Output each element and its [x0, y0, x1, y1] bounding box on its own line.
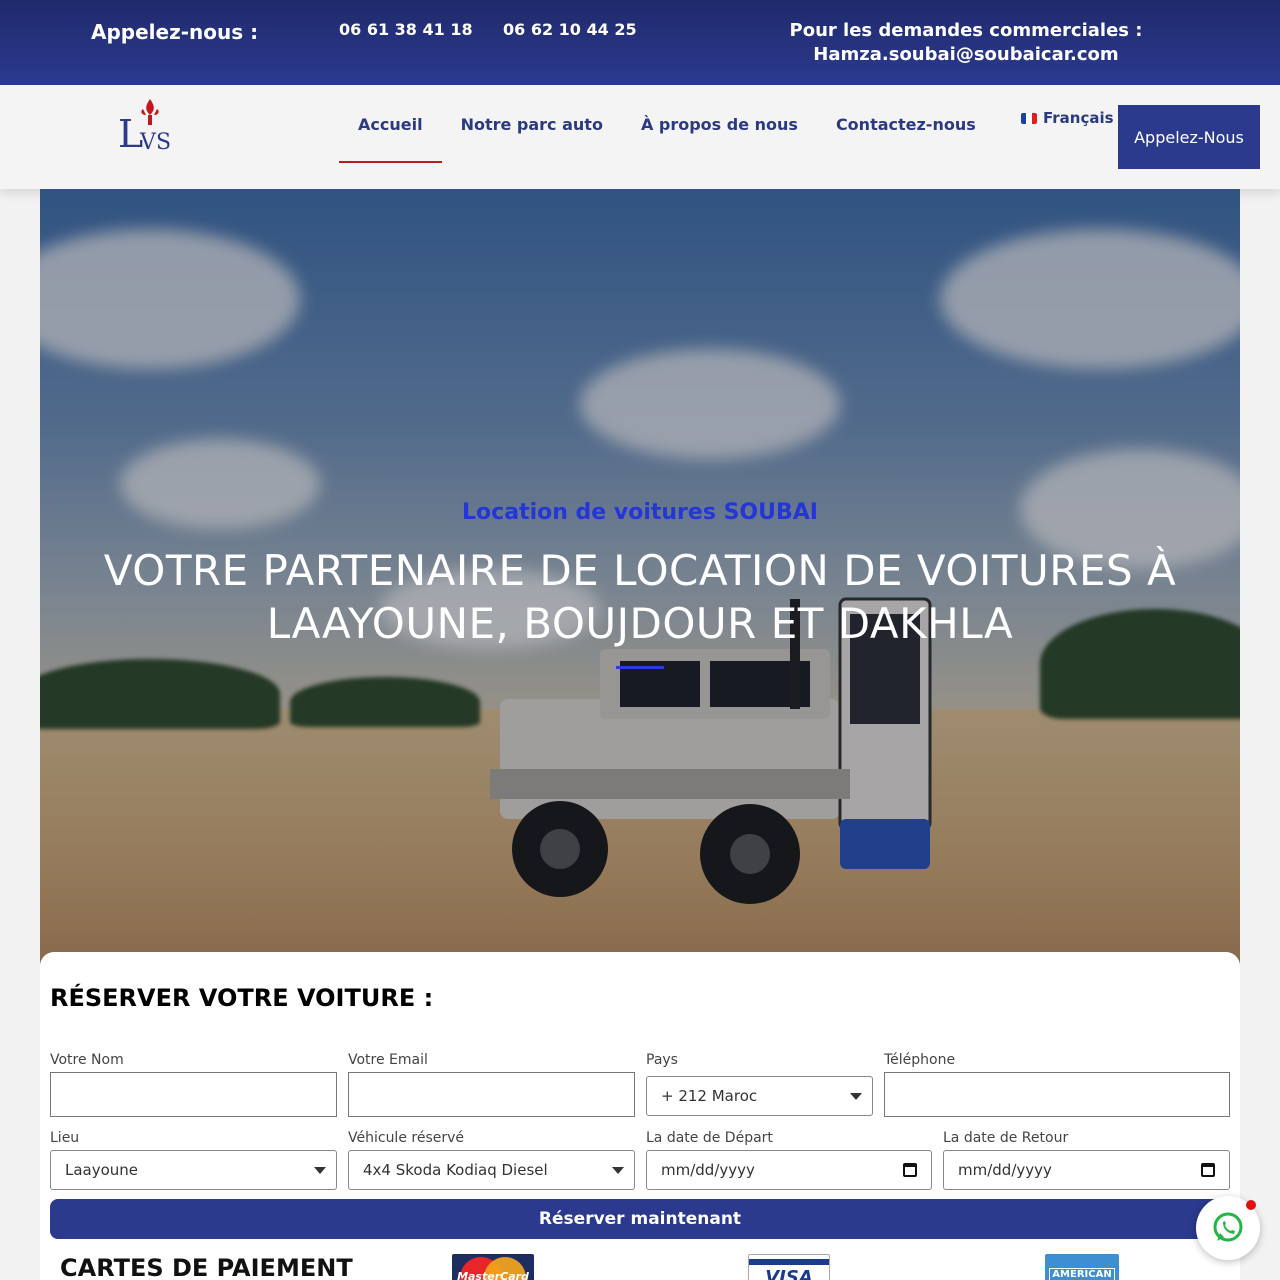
site-logo[interactable]: L V S — [116, 97, 178, 156]
call-us-label: Appelez-nous : — [91, 20, 259, 44]
email-input[interactable] — [348, 1072, 635, 1117]
hero-banner: Location de voitures SOUBAI VOTRE PARTEN… — [40, 189, 1240, 979]
visa-logo: VISA — [748, 1254, 830, 1280]
hero-title: VOTRE PARTENAIRE DE LOCATION DE VOITURES… — [103, 546, 1177, 648]
country-select[interactable]: + 212 Maroc — [646, 1076, 873, 1116]
chevron-down-icon — [850, 1093, 862, 1100]
return-field-group: La date de Retour mm/dd/yyyy — [943, 1130, 1230, 1190]
phone-field-group: Téléphone — [884, 1052, 1230, 1117]
country-value: + 212 Maroc — [661, 1087, 758, 1105]
mastercard-logo: MasterCard — [452, 1254, 534, 1280]
departure-date-input[interactable]: mm/dd/yyyy — [646, 1150, 932, 1190]
call-us-button[interactable]: Appelez-Nous — [1118, 105, 1260, 169]
main-nav: Accueil Notre parc auto À propos de nous… — [339, 85, 995, 163]
hero-divider — [616, 666, 664, 669]
france-flag-icon — [1021, 112, 1037, 124]
vehicle-label: Véhicule réservé — [348, 1130, 465, 1146]
commercial-label: Pour les demandes commerciales : — [789, 20, 1143, 41]
chevron-down-icon — [612, 1167, 624, 1174]
booking-heading: RÉSERVER VOTRE VOITURE : — [50, 984, 434, 1012]
name-input[interactable] — [50, 1072, 337, 1117]
calendar-icon[interactable] — [903, 1163, 917, 1177]
commercial-email[interactable]: Hamza.soubai@soubaicar.com — [760, 43, 1172, 67]
return-date-input[interactable]: mm/dd/yyyy — [943, 1150, 1230, 1190]
departure-label: La date de Départ — [646, 1130, 773, 1146]
phone-number-1[interactable]: 06 61 38 41 18 — [339, 20, 473, 39]
visa-text: VISA — [765, 1267, 813, 1280]
calendar-icon[interactable] — [1201, 1163, 1215, 1177]
phone-input[interactable] — [884, 1072, 1230, 1117]
phone-number-2[interactable]: 06 62 10 44 25 — [503, 20, 637, 39]
top-contact-bar: Appelez-nous : 06 61 38 41 18 06 62 10 4… — [0, 0, 1280, 85]
email-label: Votre Email — [348, 1052, 428, 1068]
phone-label: Téléphone — [884, 1052, 956, 1068]
return-label: La date de Retour — [943, 1130, 1069, 1146]
reserve-button[interactable]: Réserver maintenant — [50, 1199, 1230, 1239]
booking-form: RÉSERVER VOTRE VOITURE : Votre Nom Votre… — [40, 952, 1240, 1280]
language-label: Français — [1043, 109, 1114, 127]
departure-field-group: La date de Départ mm/dd/yyyy — [646, 1130, 932, 1190]
place-field-group: Lieu Laayoune — [50, 1130, 337, 1190]
nav-item-a-propos[interactable]: À propos de nous — [622, 85, 817, 163]
return-value: mm/dd/yyyy — [958, 1161, 1052, 1179]
name-field-group: Votre Nom — [50, 1052, 337, 1117]
amex-logo: AMERICAN — [1045, 1254, 1119, 1280]
whatsapp-icon — [1213, 1212, 1243, 1242]
nav-item-contact[interactable]: Contactez-nous — [817, 85, 995, 163]
name-label: Votre Nom — [50, 1052, 124, 1068]
amex-text: AMERICAN — [1049, 1268, 1115, 1280]
place-select[interactable]: Laayoune — [50, 1150, 337, 1190]
country-field-group: Pays + 212 Maroc — [646, 1052, 873, 1116]
svg-text:S: S — [156, 130, 171, 155]
departure-value: mm/dd/yyyy — [661, 1161, 755, 1179]
hero-subtitle: Location de voitures SOUBAI — [462, 500, 818, 525]
commercial-contact: Pour les demandes commerciales : Hamza.s… — [760, 19, 1172, 67]
payment-cards-title: CARTES DE PAIEMENT — [60, 1254, 353, 1280]
country-label: Pays — [646, 1052, 678, 1068]
notification-dot — [1246, 1200, 1256, 1210]
email-field-group: Votre Email — [348, 1052, 635, 1117]
svg-text:V: V — [139, 130, 157, 155]
chevron-down-icon — [314, 1167, 326, 1174]
vehicle-select[interactable]: 4x4 Skoda Kodiaq Diesel — [348, 1150, 635, 1190]
language-switcher[interactable]: Français — [1021, 109, 1114, 127]
nav-item-parc-auto[interactable]: Notre parc auto — [442, 85, 622, 163]
whatsapp-button[interactable] — [1196, 1196, 1260, 1260]
place-value: Laayoune — [65, 1161, 139, 1179]
place-label: Lieu — [50, 1130, 80, 1146]
mastercard-text: MasterCard — [457, 1270, 529, 1280]
site-header: L V S Accueil Notre parc auto À propos d… — [0, 85, 1280, 189]
nav-item-accueil[interactable]: Accueil — [339, 85, 442, 163]
vehicle-value: 4x4 Skoda Kodiaq Diesel — [363, 1161, 548, 1179]
vehicle-field-group: Véhicule réservé 4x4 Skoda Kodiaq Diesel — [348, 1130, 635, 1190]
